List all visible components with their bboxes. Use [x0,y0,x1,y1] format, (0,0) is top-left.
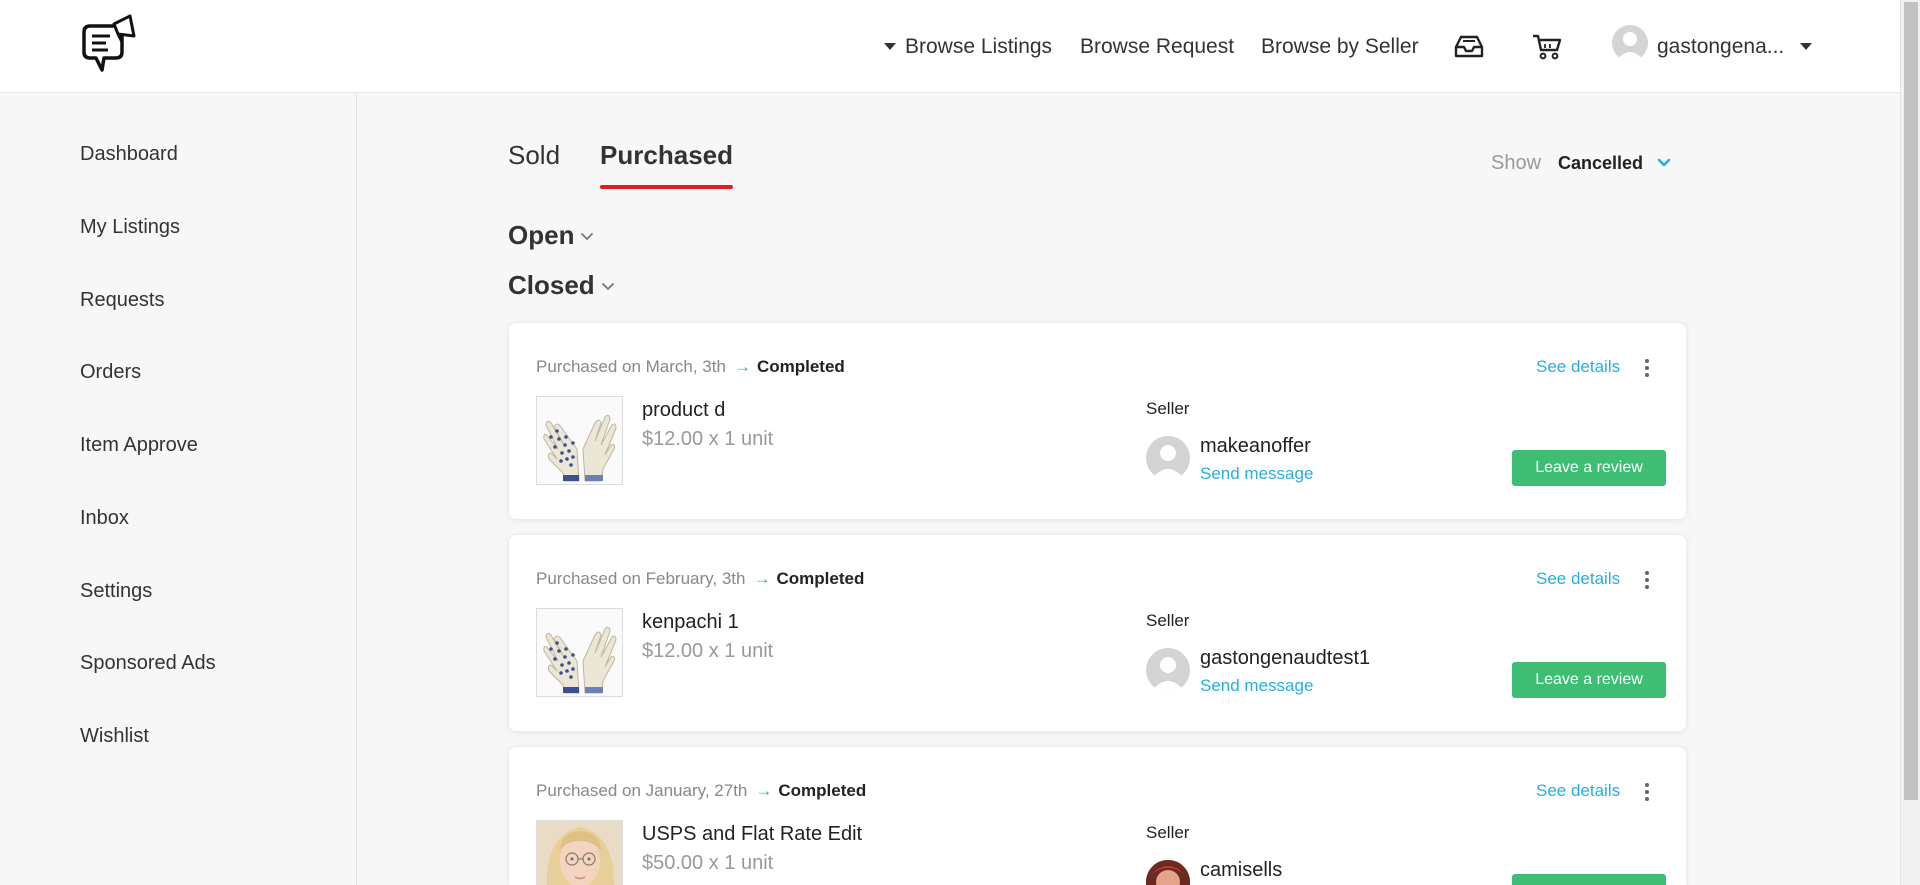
order-date: Purchased on January, 27th [536,781,748,800]
sidebar-item-sponsored-ads[interactable]: Sponsored Ads [80,652,216,675]
order-date-line: Purchased on March, 3th → Completed [536,357,845,377]
leave-review-button[interactable] [1512,874,1666,885]
product-thumbnail[interactable] [536,608,623,697]
product-thumbnail[interactable] [536,396,623,485]
tab-purchased[interactable]: Purchased [600,140,733,189]
arrow-right-icon: → [755,781,773,800]
order-status: Completed [778,781,867,800]
logo-icon[interactable] [78,14,138,78]
show-label: Show [1491,152,1542,174]
chevron-down-icon[interactable] [1657,158,1671,168]
order-date-line: Purchased on January, 27th → Completed [536,781,866,801]
scrollbar-thumb[interactable] [1904,2,1918,800]
sidebar-item-wishlist[interactable]: Wishlist [80,725,149,748]
order-card: Purchased on February, 3th → Completed See… [508,534,1687,732]
arrow-right-icon: → [733,357,751,376]
sidebar-item-my-listings[interactable]: My Listings [80,216,180,239]
seller-name[interactable]: camisells [1200,859,1282,882]
leave-review-button[interactable]: Leave a review [1512,662,1666,698]
order-date-line: Purchased on February, 3th → Completed [536,569,864,589]
browse-by-seller-link[interactable]: Browse by Seller [1261,35,1419,59]
sidebar-item-dashboard[interactable]: Dashboard [80,143,178,166]
leave-review-button[interactable]: Leave a review [1512,450,1666,486]
sidebar-item-requests[interactable]: Requests [80,289,165,312]
top-header: Browse Listings Browse Request Browse by… [0,0,1900,93]
send-message-link[interactable]: Send message [1200,464,1313,484]
inbox-tray-icon[interactable] [1452,30,1486,62]
sidebar-item-inbox[interactable]: Inbox [80,507,129,530]
order-tabs: Sold Purchased [508,140,733,189]
seller-label: Seller [1146,823,1190,842]
user-avatar-icon[interactable] [1612,25,1648,61]
seller-avatar-icon [1146,436,1190,480]
section-open-label: Open [508,220,575,250]
more-options-icon[interactable] [1643,357,1651,379]
order-date: Purchased on February, 3th [536,569,746,588]
seller-name[interactable]: makeanoffer [1200,435,1311,458]
chevron-down-icon [581,233,594,241]
page-scrollbar[interactable] [1900,0,1920,885]
product-price: $50.00 x 1 unit [642,852,774,874]
sidebar-item-item-approve[interactable]: Item Approve [80,434,198,457]
tab-sold[interactable]: Sold [508,140,560,171]
order-card: Purchased on January, 27th → Completed See… [508,746,1687,885]
caret-down-icon [884,43,896,50]
product-name[interactable]: kenpachi 1 [642,611,739,634]
more-options-icon[interactable] [1643,569,1651,591]
seller-label: Seller [1146,399,1190,418]
browse-request-link[interactable]: Browse Request [1080,35,1234,59]
order-date: Purchased on March, 3th [536,357,726,376]
see-details-link[interactable]: See details [1536,781,1620,801]
product-name[interactable]: USPS and Flat Rate Edit [642,823,862,846]
nav-browse-listings[interactable]: Browse Listings [884,0,1052,93]
section-closed-label: Closed [508,270,595,300]
glove-image [537,397,622,484]
product-name[interactable]: product d [642,399,725,422]
sidebar: Dashboard My Listings Requests Orders It… [0,93,357,885]
seller-avatar-icon [1146,860,1190,885]
seller-label: Seller [1146,611,1190,630]
chevron-down-icon [601,283,614,291]
glove-image [537,609,622,696]
seller-name[interactable]: gastongenaudtest1 [1200,647,1370,670]
section-open[interactable]: Open [508,220,594,251]
portrait-image [537,821,622,885]
section-closed[interactable]: Closed [508,270,615,301]
see-details-link[interactable]: See details [1536,569,1620,589]
browse-listings-link[interactable]: Browse Listings [905,35,1052,59]
send-message-link[interactable]: Send message [1200,676,1313,696]
product-thumbnail[interactable] [536,820,623,885]
order-status: Completed [776,569,865,588]
product-price: $12.00 x 1 unit [642,640,774,662]
more-options-icon[interactable] [1643,781,1651,803]
active-tab-underline [600,185,733,189]
caret-down-icon [1800,43,1813,50]
user-menu[interactable]: gastongena... [1657,0,1813,93]
product-price: $12.00 x 1 unit [642,428,774,450]
order-status: Completed [756,357,845,376]
sidebar-item-settings[interactable]: Settings [80,580,152,603]
user-name[interactable]: gastongena... [1657,35,1784,59]
see-details-link[interactable]: See details [1536,357,1620,377]
show-filter-value[interactable]: Cancelled [1558,153,1643,174]
cart-icon[interactable] [1530,30,1564,62]
tab-purchased-label: Purchased [600,140,733,170]
arrow-right-icon: → [753,569,771,588]
seller-avatar-icon [1146,648,1190,692]
sidebar-item-orders[interactable]: Orders [80,361,141,384]
order-card: Purchased on March, 3th → Completed See de… [508,322,1687,520]
